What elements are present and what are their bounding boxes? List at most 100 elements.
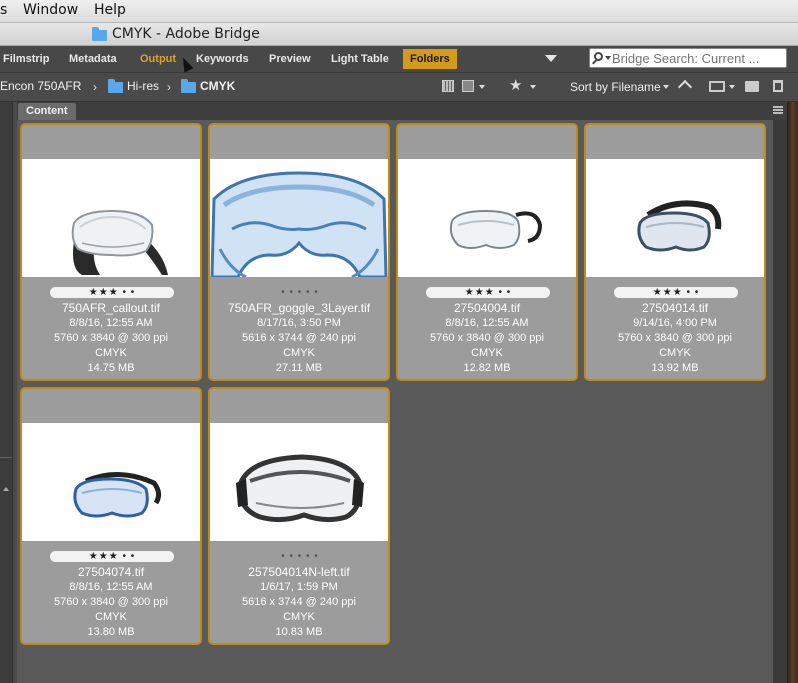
breadcrumb-cmyk[interactable]: CMYK bbox=[181, 78, 236, 93]
search-options-chevron-down-icon[interactable] bbox=[605, 56, 611, 60]
sort-ascending-arrow-up-icon[interactable] bbox=[677, 79, 693, 95]
window-title-text: CMYK - Adobe Bridge bbox=[112, 26, 260, 42]
window-title: CMYK - Adobe Bridge bbox=[92, 26, 260, 42]
path-bar: Encon 750AFR › Hi-res › CMYK ★ Sort by F… bbox=[0, 73, 798, 102]
folder-icon bbox=[92, 26, 107, 41]
rating-stars[interactable]: • • • • • bbox=[238, 287, 362, 298]
goggle-image[interactable] bbox=[398, 159, 576, 277]
tab-output[interactable]: Output bbox=[133, 49, 183, 69]
tab-metadata[interactable]: Metadata bbox=[62, 49, 124, 69]
thumbnail-card[interactable]: ★★★ • • 27504014.tif 9/14/16, 4:00 PM 57… bbox=[584, 123, 766, 381]
menu-help[interactable]: Help bbox=[94, 2, 126, 18]
date-modified: 1/6/17, 1:59 PM bbox=[260, 581, 338, 593]
open-recent-folder-icon[interactable] bbox=[709, 81, 725, 92]
sort-chevron-down-icon[interactable] bbox=[663, 85, 669, 89]
date-modified: 8/8/16, 12:55 AM bbox=[69, 317, 153, 329]
trash-icon[interactable] bbox=[773, 80, 783, 92]
color-mode: CMYK bbox=[95, 347, 127, 359]
content-scrollbar[interactable] bbox=[773, 120, 787, 683]
thumbnail-card[interactable]: • • • • • 750AFR_goggle_3Layer.tif 8/17/… bbox=[208, 123, 390, 381]
thumbnail-quality-icon[interactable] bbox=[442, 80, 454, 92]
tab-preview[interactable]: Preview bbox=[262, 49, 318, 69]
tab-filmstrip[interactable]: Filmstrip bbox=[0, 49, 56, 69]
filename[interactable]: 750AFR_callout.tif bbox=[22, 301, 200, 316]
rating-stars[interactable]: ★★★ • • bbox=[50, 551, 174, 562]
file-size: 14.75 MB bbox=[87, 362, 135, 374]
left-panel-edge bbox=[0, 102, 13, 683]
dimensions: 5760 x 3840 @ 300 ppi bbox=[54, 596, 168, 608]
goggle-image[interactable] bbox=[586, 159, 764, 277]
tab-folders[interactable]: Folders bbox=[403, 49, 457, 69]
search-input[interactable] bbox=[612, 50, 782, 66]
scroll-up-arrow-icon[interactable] bbox=[3, 487, 9, 491]
thumbnail-metadata: 27504074.tif 8/8/16, 12:55 AM 5760 x 384… bbox=[22, 565, 200, 640]
breadcrumb-encon-750afr[interactable]: Encon 750AFR bbox=[0, 79, 81, 93]
window-titlebar: CMYK - Adobe Bridge bbox=[0, 23, 798, 46]
filename[interactable]: 27504004.tif bbox=[398, 301, 576, 316]
tab-content[interactable]: Content bbox=[18, 103, 76, 120]
desktop-background-edge bbox=[787, 102, 798, 683]
file-size: 10.83 MB bbox=[275, 626, 323, 638]
breadcrumb-label: CMYK bbox=[200, 79, 236, 93]
new-folder-icon[interactable] bbox=[745, 81, 759, 92]
thumbnail-metadata: 750AFR_callout.tif 8/8/16, 12:55 AM 5760… bbox=[22, 301, 200, 376]
file-size: 13.92 MB bbox=[651, 362, 699, 374]
goggle-image[interactable] bbox=[210, 423, 388, 541]
sort-by-dropdown[interactable]: Sort by Filename bbox=[570, 80, 661, 94]
date-modified: 8/8/16, 12:55 AM bbox=[69, 581, 153, 593]
recent-folder-chevron-down-icon[interactable] bbox=[729, 85, 735, 89]
thumbnail-metadata: 27504014.tif 9/14/16, 4:00 PM 5760 x 384… bbox=[586, 301, 764, 376]
workspace-menu-chevron-down-icon[interactable] bbox=[545, 55, 557, 62]
thumbnail-card[interactable]: ★★★ • • 750AFR_callout.tif 8/8/16, 12:55… bbox=[20, 123, 202, 381]
filename[interactable]: 27504014.tif bbox=[586, 301, 764, 316]
breadcrumb-separator-chevron-right-icon[interactable]: › bbox=[167, 80, 171, 94]
dimensions: 5616 x 3744 @ 240 ppi bbox=[242, 332, 356, 344]
menu-item-partial[interactable]: s bbox=[0, 2, 7, 18]
filename[interactable]: 27504074.tif bbox=[22, 565, 200, 580]
dimensions: 5760 x 3840 @ 300 ppi bbox=[618, 332, 732, 344]
menu-window[interactable]: Window bbox=[23, 2, 78, 18]
folder-icon bbox=[181, 78, 196, 93]
filename[interactable]: 257504014N-left.tif bbox=[210, 565, 388, 580]
file-size: 13.80 MB bbox=[87, 626, 135, 638]
thumbnail-metadata: 750AFR_goggle_3Layer.tif 8/17/16, 3:50 P… bbox=[210, 301, 388, 376]
thumbnail-card[interactable]: • • • • • 257504014N-left.tif 1/6/17, 1:… bbox=[208, 387, 390, 645]
filename[interactable]: 750AFR_goggle_3Layer.tif bbox=[210, 301, 388, 316]
breadcrumb-label: Encon 750AFR bbox=[0, 79, 82, 93]
content-panel-header: Content bbox=[17, 102, 787, 120]
view-mode-chevron-down-icon[interactable] bbox=[479, 85, 485, 89]
menu-bar: s Window Help bbox=[0, 0, 798, 23]
star-filter-icon[interactable]: ★ bbox=[509, 78, 522, 93]
date-modified: 8/8/16, 12:55 AM bbox=[445, 317, 529, 329]
search-field[interactable] bbox=[589, 48, 787, 68]
date-modified: 8/17/16, 3:50 PM bbox=[257, 317, 341, 329]
panel-menu-icon[interactable] bbox=[773, 106, 783, 114]
thumbnail-card[interactable]: ★★★ • • 27504074.tif 8/8/16, 12:55 AM 57… bbox=[20, 387, 202, 645]
dimensions: 5760 x 3840 @ 300 ppi bbox=[54, 332, 168, 344]
color-mode: CMYK bbox=[283, 347, 315, 359]
tab-keywords[interactable]: Keywords bbox=[189, 49, 256, 69]
dimensions: 5760 x 3840 @ 300 ppi bbox=[430, 332, 544, 344]
breadcrumb-hi-res[interactable]: Hi-res bbox=[108, 78, 159, 93]
rating-stars[interactable]: ★★★ • • bbox=[50, 287, 174, 298]
search-icon[interactable] bbox=[594, 52, 603, 61]
tab-light-table[interactable]: Light Table bbox=[324, 49, 396, 69]
color-mode: CMYK bbox=[659, 347, 691, 359]
color-mode: CMYK bbox=[283, 611, 315, 623]
breadcrumb-label: Hi-res bbox=[127, 79, 159, 93]
rating-stars[interactable]: ★★★ • • bbox=[426, 287, 550, 298]
goggle-image[interactable] bbox=[210, 159, 388, 277]
view-mode-icon[interactable] bbox=[462, 80, 474, 92]
thumbnail-metadata: 257504014N-left.tif 1/6/17, 1:59 PM 5616… bbox=[210, 565, 388, 640]
rating-stars[interactable]: • • • • • bbox=[238, 551, 362, 562]
thumbnail-card[interactable]: ★★★ • • 27504004.tif 8/8/16, 12:55 AM 57… bbox=[396, 123, 578, 381]
file-size: 12.82 MB bbox=[463, 362, 511, 374]
goggle-image[interactable] bbox=[22, 159, 200, 277]
thumbnail-metadata: 27504004.tif 8/8/16, 12:55 AM 5760 x 384… bbox=[398, 301, 576, 376]
goggle-image[interactable] bbox=[22, 423, 200, 541]
breadcrumb-separator-chevron-right-icon[interactable]: › bbox=[93, 80, 97, 94]
panel-divider bbox=[0, 457, 12, 458]
filter-chevron-down-icon[interactable] bbox=[530, 85, 536, 89]
rating-stars[interactable]: ★★★ • • bbox=[614, 287, 738, 298]
folder-icon bbox=[108, 78, 123, 93]
